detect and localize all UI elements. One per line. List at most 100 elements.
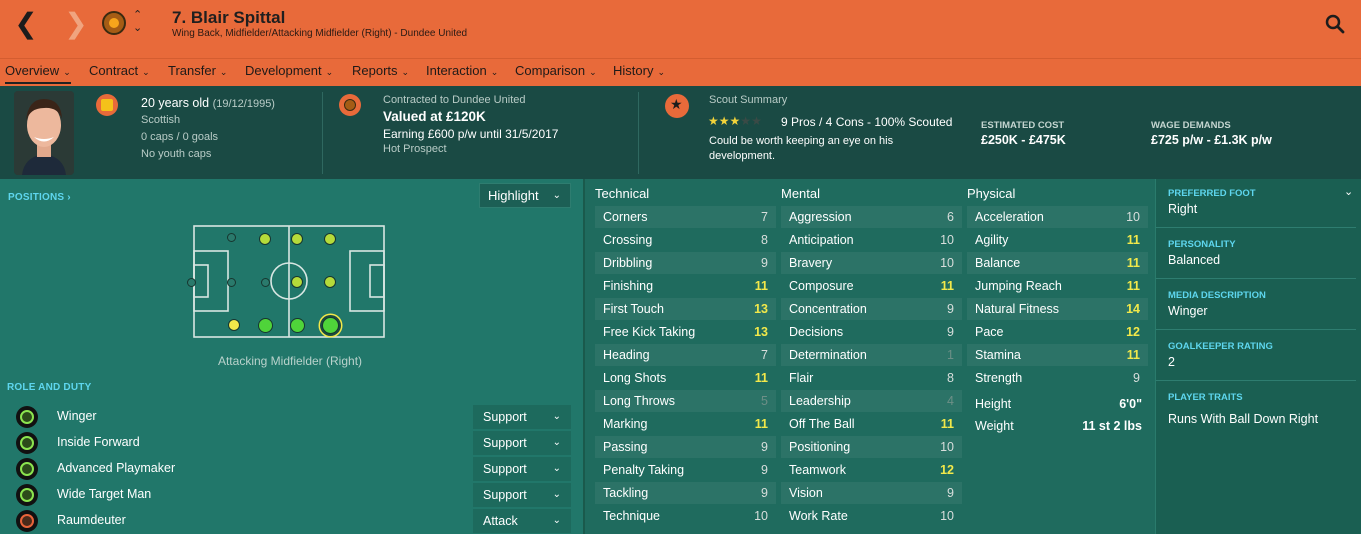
positions-link[interactable]: POSITIONS › — [8, 192, 71, 203]
attribute-row-composure[interactable]: Composure 11 — [781, 275, 962, 297]
attribute-name: Determination — [789, 348, 867, 362]
attribute-row-acceleration[interactable]: Acceleration 10 — [967, 206, 1148, 228]
position-dot[interactable] — [324, 233, 336, 245]
attribute-row-penalty-taking[interactable]: Penalty Taking 9 — [595, 459, 776, 481]
position-dot[interactable] — [226, 277, 236, 287]
position-dot[interactable] — [260, 277, 270, 287]
position-dot[interactable] — [321, 316, 339, 334]
tab-reports[interactable]: Reports ⌄ — [352, 63, 409, 78]
role-name: Advanced Playmaker — [57, 461, 176, 475]
position-dot[interactable] — [289, 317, 305, 333]
attribute-row-decisions[interactable]: Decisions 9 — [781, 321, 962, 343]
attribute-row-corners[interactable]: Corners 7 — [595, 206, 776, 228]
attribute-name: Agility — [975, 233, 1009, 247]
attribute-row-heading[interactable]: Heading 7 — [595, 344, 776, 366]
role-row[interactable]: Raumdeuter Attack ⌄ — [14, 509, 574, 533]
tab-history[interactable]: History ⌄ — [613, 63, 665, 78]
divider — [1156, 227, 1356, 228]
attribute-value: 10 — [940, 509, 954, 523]
attribute-row-aggression[interactable]: Aggression 6 — [781, 206, 962, 228]
attribute-row-strength[interactable]: Strength 9 — [967, 367, 1148, 389]
attribute-row-dribbling[interactable]: Dribbling 9 — [595, 252, 776, 274]
role-name: Inside Forward — [57, 435, 140, 449]
role-row[interactable]: Advanced Playmaker Support ⌄ — [14, 457, 574, 481]
attribute-name: Off The Ball — [789, 417, 855, 431]
attribute-value: 11 — [754, 417, 768, 431]
position-dot[interactable] — [259, 233, 271, 245]
duty-dropdown[interactable]: Support ⌄ — [473, 483, 571, 507]
attribute-row-tackling[interactable]: Tackling 9 — [595, 482, 776, 504]
chevron-down-icon: ⌄ — [219, 67, 228, 77]
divider — [1156, 380, 1356, 381]
search-icon[interactable] — [1325, 14, 1345, 34]
attribute-row-off-the-ball[interactable]: Off The Ball 11 — [781, 413, 962, 435]
tab-overview[interactable]: Overview ⌄ — [5, 63, 71, 84]
duty-dropdown[interactable]: Support ⌄ — [473, 431, 571, 455]
duty-dropdown[interactable]: Attack ⌄ — [473, 509, 571, 533]
tab-contract[interactable]: Contract ⌄ — [89, 63, 150, 78]
position-dot[interactable] — [291, 233, 303, 245]
role-row[interactable]: Wide Target Man Support ⌄ — [14, 483, 574, 507]
back-arrow-icon[interactable]: ❮ — [12, 10, 40, 38]
tab-development[interactable]: Development ⌄ — [245, 63, 333, 78]
attribute-row-teamwork[interactable]: Teamwork 12 — [781, 459, 962, 481]
forward-arrow-icon[interactable]: ❯ — [62, 10, 90, 38]
attribute-value: 10 — [754, 509, 768, 523]
attribute-value: 10 — [940, 440, 954, 454]
position-dot[interactable] — [186, 277, 196, 287]
attribute-row-marking[interactable]: Marking 11 — [595, 413, 776, 435]
attribute-row-anticipation[interactable]: Anticipation 10 — [781, 229, 962, 251]
attribute-value: 11 — [940, 417, 954, 431]
attribute-row-flair[interactable]: Flair 8 — [781, 367, 962, 389]
attribute-row-crossing[interactable]: Crossing 8 — [595, 229, 776, 251]
attribute-row-technique[interactable]: Technique 10 — [595, 505, 776, 527]
player-switch-icon[interactable]: ⌃ ⌄ — [133, 9, 142, 35]
attribute-row-first-touch[interactable]: First Touch 13 — [595, 298, 776, 320]
role-row[interactable]: Inside Forward Support ⌄ — [14, 431, 574, 455]
position-dot[interactable] — [291, 276, 303, 288]
personality-label: PERSONALITY — [1168, 239, 1236, 250]
attribute-row-passing[interactable]: Passing 9 — [595, 436, 776, 458]
position-dot[interactable] — [228, 319, 240, 331]
club-badge-icon[interactable] — [102, 11, 126, 35]
attribute-row-free-kick-taking[interactable]: Free Kick Taking 13 — [595, 321, 776, 343]
attribute-row-long-shots[interactable]: Long Shots 11 — [595, 367, 776, 389]
chevron-down-icon: ⌄ — [490, 67, 499, 77]
role-row[interactable]: Winger Support ⌄ — [14, 405, 574, 429]
attribute-row-bravery[interactable]: Bravery 10 — [781, 252, 962, 274]
tab-comparison[interactable]: Comparison ⌄ — [515, 63, 597, 78]
position-dot[interactable] — [324, 276, 336, 288]
position-dot[interactable] — [226, 232, 236, 242]
attribute-row-finishing[interactable]: Finishing 11 — [595, 275, 776, 297]
attribute-value: 11 — [1126, 256, 1140, 270]
attribute-row-natural-fitness[interactable]: Natural Fitness 14 — [967, 298, 1148, 320]
attribute-row-concentration[interactable]: Concentration 9 — [781, 298, 962, 320]
attribute-row-determination[interactable]: Determination 1 — [781, 344, 962, 366]
attribute-name: Dribbling — [603, 256, 653, 270]
attribute-row-pace[interactable]: Pace 12 — [967, 321, 1148, 343]
attribute-row-vision[interactable]: Vision 9 — [781, 482, 962, 504]
tab-label: Transfer — [168, 63, 216, 78]
attribute-row-agility[interactable]: Agility 11 — [967, 229, 1148, 251]
attribute-value: 5 — [761, 394, 768, 408]
attribute-row-stamina[interactable]: Stamina 11 — [967, 344, 1148, 366]
duty-value: Attack — [483, 514, 518, 528]
tab-transfer[interactable]: Transfer ⌄ — [168, 63, 227, 78]
player-traits-label: PLAYER TRAITS — [1168, 392, 1243, 403]
tab-interaction[interactable]: Interaction ⌄ — [426, 63, 498, 78]
duty-dropdown[interactable]: Support ⌄ — [473, 457, 571, 481]
scout-pros-cons[interactable]: 9 Pros / 4 Cons - 100% Scouted — [781, 115, 952, 129]
attribute-row-work-rate[interactable]: Work Rate 10 — [781, 505, 962, 527]
attribute-value: 9 — [761, 486, 768, 500]
divider — [1156, 278, 1356, 279]
attribute-row-long-throws[interactable]: Long Throws 5 — [595, 390, 776, 412]
attribute-value: 9 — [1133, 371, 1140, 385]
attribute-row-jumping-reach[interactable]: Jumping Reach 11 — [967, 275, 1148, 297]
position-dot[interactable] — [257, 317, 273, 333]
duty-dropdown[interactable]: Support ⌄ — [473, 405, 571, 429]
attribute-row-positioning[interactable]: Positioning 10 — [781, 436, 962, 458]
highlight-dropdown[interactable]: Highlight ⌄ — [479, 183, 571, 208]
attribute-row-balance[interactable]: Balance 11 — [967, 252, 1148, 274]
chevron-down-icon[interactable]: ⌄ — [1344, 185, 1353, 198]
attribute-row-leadership[interactable]: Leadership 4 — [781, 390, 962, 412]
